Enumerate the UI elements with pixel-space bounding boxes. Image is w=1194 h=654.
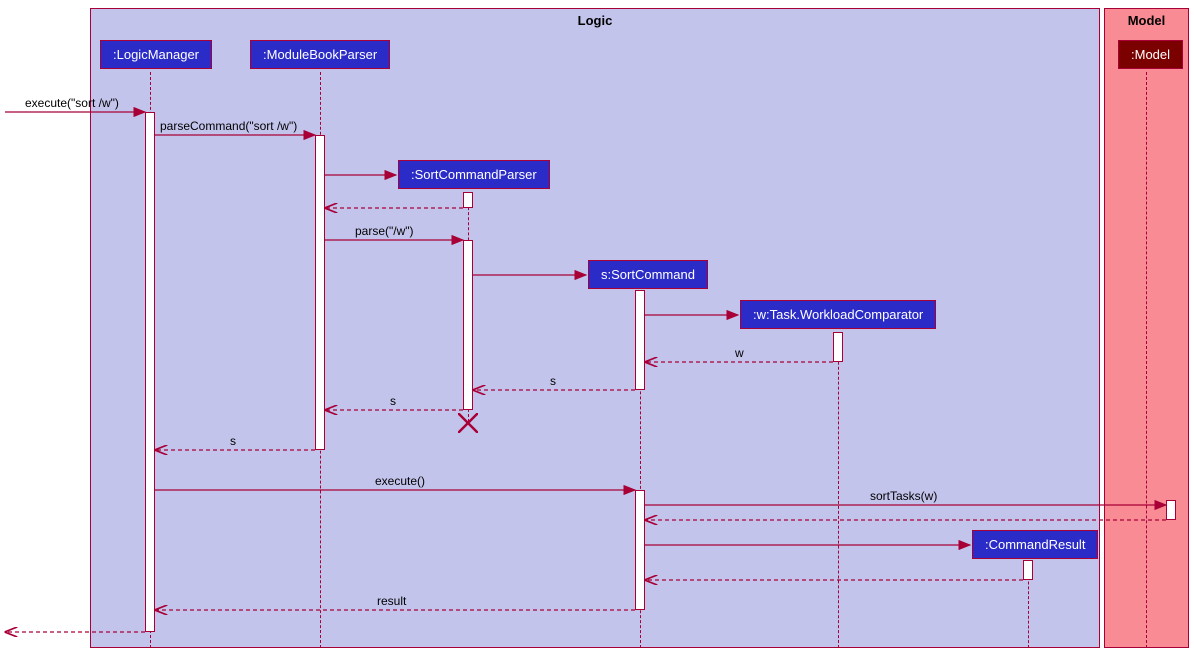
participant-module-book-parser: :ModuleBookParser [250, 40, 390, 69]
activation-logic-manager [145, 112, 155, 632]
participant-workload-comparator: :w:Task.WorkloadComparator [740, 300, 936, 329]
region-title-model: Model [1128, 9, 1166, 28]
activation-command-result [1023, 560, 1033, 580]
msg-execute1: execute("sort /w") [25, 96, 119, 110]
participant-sort-command-parser: :SortCommandParser [398, 160, 550, 189]
msg-result: result [377, 594, 406, 608]
activation-sort-command-1 [635, 290, 645, 390]
participant-model: :Model [1118, 40, 1183, 69]
activation-workload-comparator [833, 332, 843, 362]
activation-sort-command-parser-1 [463, 192, 473, 208]
msg-parse: parse("/w") [355, 224, 414, 238]
msg-w-return: w [735, 346, 744, 360]
msg-s-return2: s [390, 394, 396, 408]
lifeline-workload-comparator [838, 332, 839, 648]
lifeline-model [1146, 72, 1147, 648]
msg-execute2: execute() [375, 474, 425, 488]
participant-logic-manager: :LogicManager [100, 40, 212, 69]
msg-parseCommand: parseCommand("sort /w") [160, 119, 297, 133]
activation-module-book-parser [315, 135, 325, 450]
activation-sort-command-2 [635, 490, 645, 610]
participant-command-result: :CommandResult [972, 530, 1098, 559]
activation-sort-command-parser-2 [463, 240, 473, 410]
msg-sortTasks: sortTasks(w) [870, 489, 937, 503]
activation-model [1166, 500, 1176, 520]
participant-sort-command: s:SortCommand [588, 260, 708, 289]
msg-s-return3: s [230, 434, 236, 448]
region-title-logic: Logic [578, 9, 613, 28]
region-logic: Logic [90, 8, 1100, 648]
destroy-icon [458, 413, 478, 433]
msg-s-return1: s [550, 374, 556, 388]
